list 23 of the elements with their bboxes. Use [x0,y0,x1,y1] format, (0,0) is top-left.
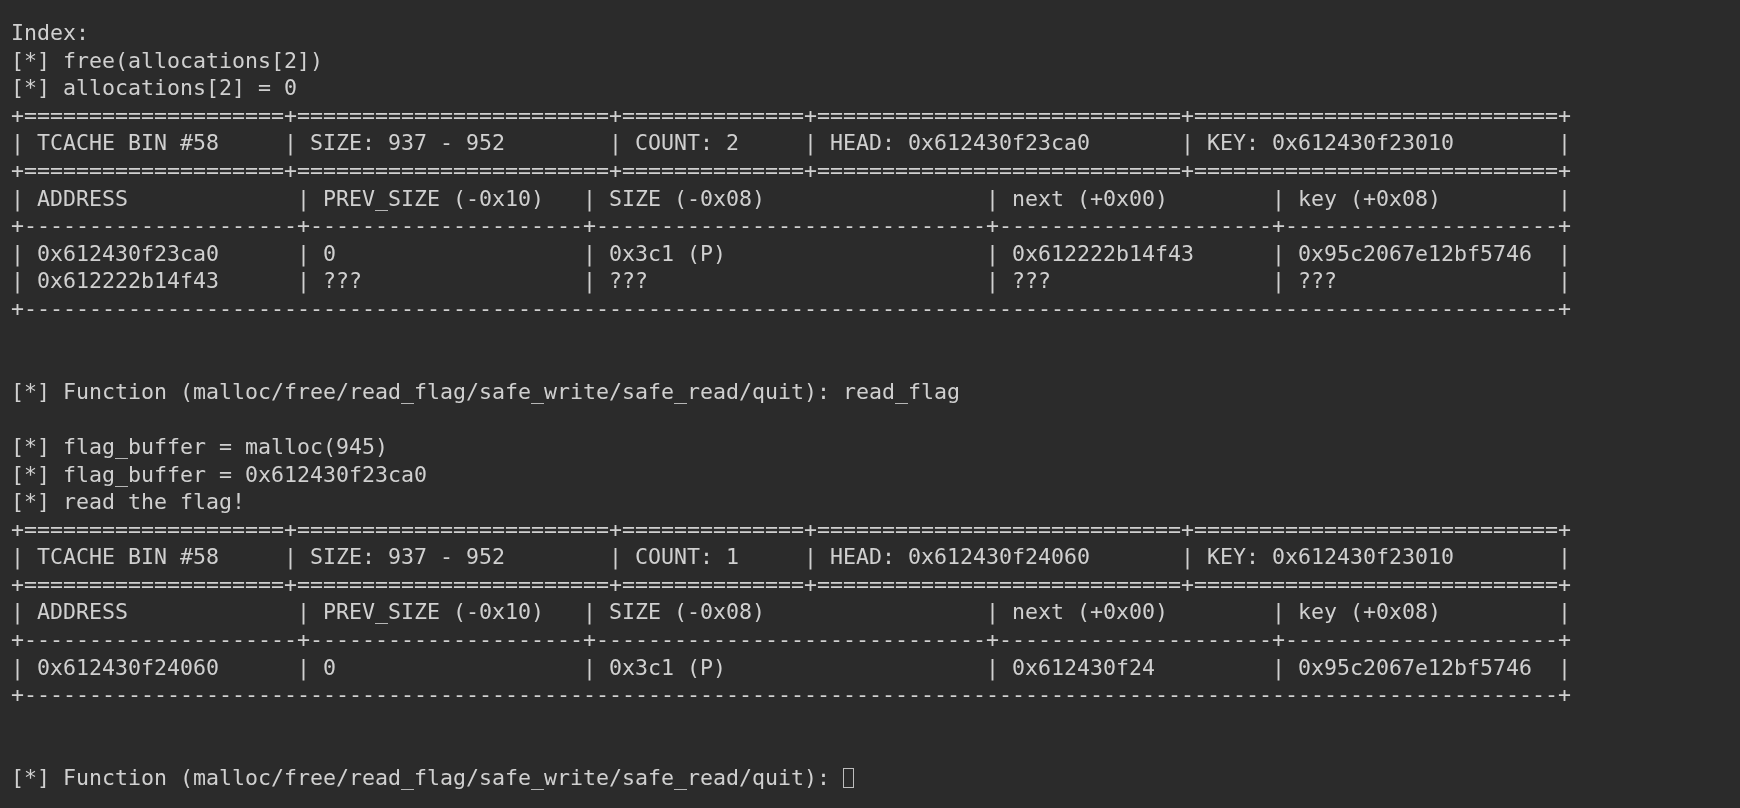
output-line: | TCACHE BIN #58 | SIZE: 937 - 952 | COUNT: 1 | HEAD: 0x612430f24060 | KEY: 0x612430f23010 | [11,543,1572,571]
output-line: [*] Function (malloc/free/read_flag/safe_write/safe_read/quit): [11,764,832,792]
output-line: +----------------------------------------------------------------------------------------------------------------------+ [11,294,1572,323]
output-line: | TCACHE BIN #58 | SIZE: 937 - 952 | COUNT: 2 | HEAD: 0x612430f23ca0 | KEY: 0x612430f23010 | [11,129,1572,157]
output-line: [*] flag_buffer = 0x612430f23ca0 [11,460,428,489]
output-line: +====================+========================+==============+============================+============================+ [11,101,1572,130]
output-line: [*] flag_buffer = malloc(945) [11,432,388,461]
output-line: +---------------------+---------------------+------------------------------+---------------------+---------------------+ [11,212,1572,240]
output-line: | 0x612430f23ca0 | 0 | 0x3c1 (P) | 0x612222b14f43 | 0x95c2067e12bf5746 | [11,239,1572,268]
output-line: Index: [11,19,89,47]
output-line: +====================+========================+==============+============================+============================+ [11,570,1572,599]
output-line: [*] allocations[2] = 0 [11,74,297,102]
output-line: +----------------------------------------------------------------------------------------------------------------------+ [11,681,1572,709]
output-line: | 0x612430f24060 | 0 | 0x3c1 (P) | 0x612430f24 | 0x95c2067e12bf5746 | [11,653,1572,682]
output-line: | ADDRESS | PREV_SIZE (-0x10) | SIZE (-0x08) | next (+0x00) | key (+0x08) | [11,598,1572,627]
output-line: | 0x612222b14f43 | ??? | ??? | ??? | ??? | [11,267,1572,295]
output-line: [*] free(allocations[2]) [11,46,323,75]
output-line: [*] Function (malloc/free/read_flag/safe_write/safe_read/quit): read_flag [11,377,961,406]
output-line: [*] read the flag! [11,488,245,516]
output-line: +---------------------+---------------------+------------------------------+---------------------+---------------------+ [11,626,1572,654]
output-line: | ADDRESS | PREV_SIZE (-0x10) | SIZE (-0x08) | next (+0x00) | key (+0x08) | [11,184,1572,213]
output-line: +====================+========================+==============+============================+============================+ [11,515,1572,544]
output-line: +====================+========================+==============+============================+============================+ [11,156,1572,185]
